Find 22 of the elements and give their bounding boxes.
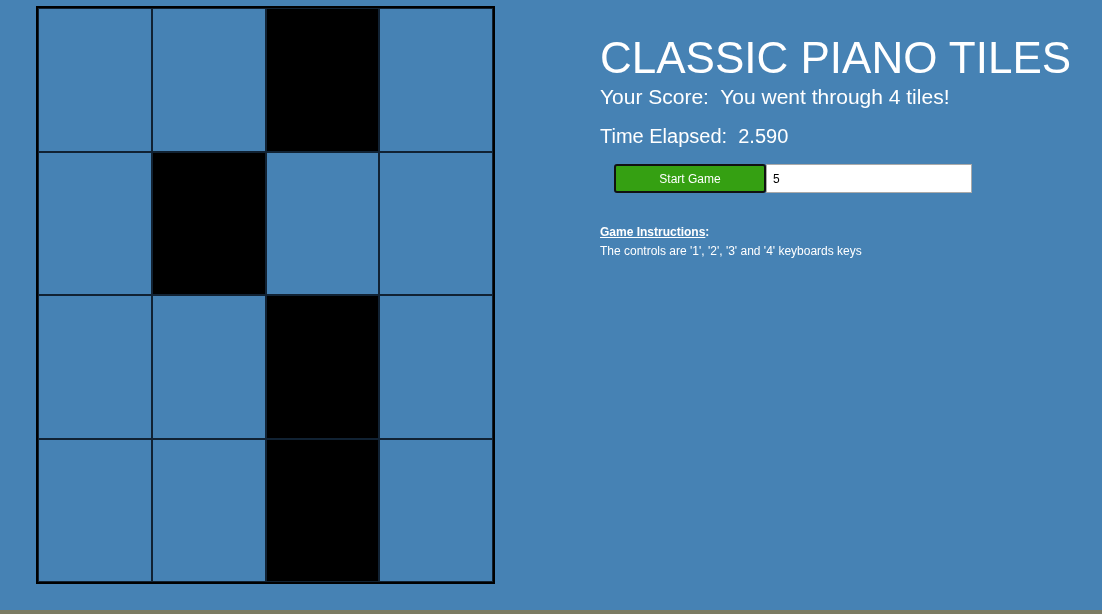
piano-tile[interactable]	[38, 438, 152, 582]
score-text: Your Score: You went through 4 tiles!	[600, 85, 951, 109]
piano-tile[interactable]	[38, 151, 152, 295]
piano-tile[interactable]	[151, 151, 266, 295]
piano-tile[interactable]	[379, 438, 493, 582]
instructions-text: The controls are '1', '2', '3' and '4' keyboards keys	[600, 244, 863, 258]
piano-tile[interactable]	[151, 438, 266, 582]
game-title: CLASSIC PIANO TILES	[600, 33, 1072, 83]
piano-tile[interactable]	[265, 151, 380, 295]
time-elapsed-text: Time Elapsed: 2.590	[600, 125, 790, 148]
tiles-input-field[interactable]: 5	[766, 164, 972, 193]
piano-tile[interactable]	[265, 295, 380, 439]
piano-tile[interactable]	[265, 438, 380, 582]
piano-tile[interactable]	[379, 8, 493, 152]
piano-tile[interactable]	[151, 295, 266, 439]
piano-tile[interactable]	[265, 8, 380, 152]
piano-tile[interactable]	[379, 295, 493, 439]
piano-tile[interactable]	[379, 151, 493, 295]
piano-tile[interactable]	[151, 8, 266, 152]
piano-tile[interactable]	[38, 295, 152, 439]
piano-tile[interactable]	[38, 8, 152, 152]
instructions-heading: Game Instructions:	[600, 225, 711, 239]
